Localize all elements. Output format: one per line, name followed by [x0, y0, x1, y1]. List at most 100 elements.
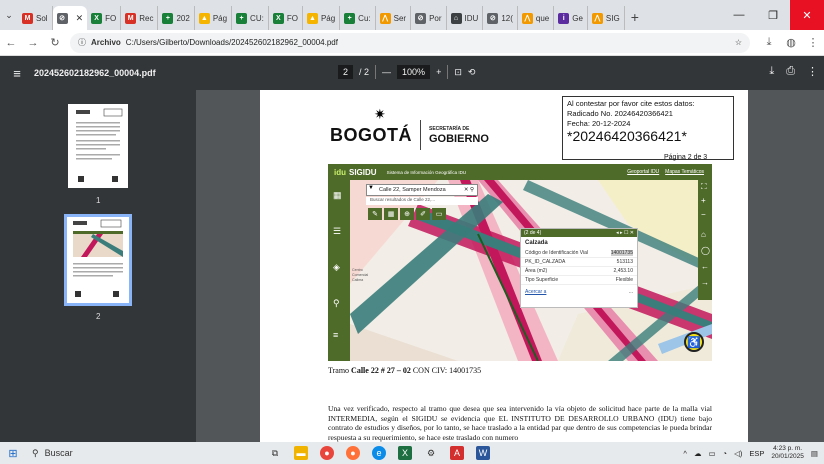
back-icon[interactable]: ←	[0, 37, 22, 49]
map-zoom-in-icon: +	[701, 196, 706, 205]
popup-header: (2 de 4) ◂ ▸ ☐ ✕	[521, 229, 637, 237]
browser-tab[interactable]: ⋀ SIG	[588, 6, 625, 30]
address-bar: ← → ↻ ⓘ Archivo C:/Users/Gilberto/Downlo…	[0, 30, 824, 56]
browser-tab[interactable]: M Sol	[18, 6, 53, 30]
new-tab-button[interactable]: +	[625, 9, 645, 25]
tab-label: Pág	[212, 13, 228, 23]
pdf-actions: ⤓ ⎙ ⋮	[769, 65, 818, 78]
logo-bogota-text: BOGOTÁ	[330, 124, 412, 145]
browser-menu-icon[interactable]: ⋮	[802, 36, 824, 49]
close-window-icon[interactable]: ✕	[790, 0, 824, 30]
map-right-toolbar: ⛶ + − ⌂ ◯ ← →	[698, 180, 712, 300]
radicado-line-2: Radicado No. 20246420366421	[567, 109, 673, 118]
download-icon[interactable]: ⤓	[758, 36, 780, 49]
map-search-icon: ⚲	[333, 298, 340, 308]
map-subtitle: Sistema de Información Geográfica IDU	[386, 169, 467, 175]
map-search-box: Calle 22, Samper Mendoza ✕ ⚲	[366, 184, 478, 196]
forward-icon[interactable]: →	[22, 37, 44, 49]
browser-tab[interactable]: ▲ Pág	[303, 6, 341, 30]
page-thumbnail-1[interactable]	[68, 104, 128, 188]
zoom-in-icon[interactable]: +	[436, 67, 441, 77]
minimize-icon[interactable]: —	[722, 0, 756, 30]
wifi-icon[interactable]: ◔	[723, 449, 728, 458]
pdf-title: 202452602182962_00004.pdf	[34, 68, 156, 78]
map-links: Geoportal IDU Mapas Temáticos	[627, 169, 704, 175]
divider	[447, 65, 449, 79]
pdf-more-icon[interactable]: ⋮	[807, 65, 818, 78]
notifications-icon[interactable]: ▤	[811, 449, 818, 458]
restore-icon[interactable]: ❐	[756, 0, 790, 30]
sheets-icon: X	[91, 12, 103, 24]
network-icon[interactable]: ▭	[708, 449, 715, 458]
rotate-icon[interactable]: ⟲	[468, 67, 476, 78]
windows-start-icon[interactable]: ⊞	[0, 447, 26, 460]
excel-taskbar-icon[interactable]: X	[398, 446, 412, 460]
firefox-icon[interactable]: ●	[346, 446, 360, 460]
print-icon[interactable]: ⎙	[786, 65, 795, 78]
browser-tab[interactable]: X FO	[87, 6, 122, 30]
caption-prefix: Tramo	[328, 366, 352, 375]
browser-tab[interactable]: ⊘ Por	[411, 6, 447, 30]
browser-tab[interactable]: ⊘ 12(	[483, 6, 518, 30]
omnibox[interactable]: ⓘ Archivo C:/Users/Gilberto/Downloads/20…	[70, 32, 750, 53]
acrobat-icon[interactable]: A	[450, 446, 464, 460]
tray-chevron-icon[interactable]: ^	[683, 449, 687, 458]
zoom-out-icon[interactable]: —	[382, 67, 391, 77]
tab-label: SIG	[605, 13, 620, 23]
browser-tab[interactable]: ⌂ IDU	[447, 6, 484, 30]
cloud-icon[interactable]: ☁	[694, 449, 702, 458]
popup-row-value: Flexible	[615, 277, 633, 283]
system-tray: ^ ☁ ▭ ◔ ◁) ESP 4:23 p. m. 20/01/2025 ▤	[683, 442, 818, 464]
taskbar-search[interactable]: ⚲ Buscar	[26, 444, 216, 462]
tab-label: 202	[176, 13, 190, 23]
sheets-icon: +	[162, 12, 174, 24]
zoom-input[interactable]: 100%	[397, 65, 431, 79]
browser-tab[interactable]: X FO	[269, 6, 303, 30]
browser-tab[interactable]: + Cu:	[340, 6, 376, 30]
pdf-download-icon[interactable]: ⤓	[769, 65, 774, 78]
logo-gobierno-line: GOBIERNO	[429, 132, 489, 145]
browser-tab[interactable]: ⋀ que	[518, 6, 555, 30]
page-number-input[interactable]: 2	[338, 65, 354, 79]
sidebar-toggle-icon[interactable]: ≡	[0, 66, 34, 81]
map-tool-icon: ✎	[368, 208, 382, 220]
browser-tab[interactable]: ⋀ Ser	[376, 6, 412, 30]
page-thumbnail-2[interactable]	[64, 214, 132, 306]
chrome-taskbar-icon[interactable]: ●	[320, 446, 334, 460]
thumbnail-2-label: 2	[96, 312, 101, 321]
word-icon[interactable]: W	[476, 446, 490, 460]
browser-tab[interactable]: i Ge	[554, 6, 588, 30]
map-list-icon: ☰	[333, 226, 342, 236]
popup-row: Área (m2) 2,453.10	[521, 267, 637, 276]
clock-time: 4:23 p. m.	[773, 445, 803, 452]
language-indicator[interactable]: ESP	[749, 449, 764, 458]
tab-list: M Sol ⊘ ✕ X FO M Rec +202 ▲ Pág + CU: X FO ▲ Pág + Cu: ⋀ Ser…	[18, 0, 625, 30]
close-tab-icon[interactable]: ✕	[76, 13, 84, 24]
volume-icon[interactable]: ◁)	[734, 449, 742, 458]
edge-icon[interactable]: e	[372, 446, 386, 460]
file-chip: Archivo	[91, 38, 121, 47]
chrome-pdf-icon: ⊘	[56, 12, 68, 24]
tab-search-icon[interactable]: ⌄	[0, 0, 18, 30]
map-info-popup: (2 de 4) ◂ ▸ ☐ ✕ Calzada Código de Ident…	[520, 228, 638, 308]
browser-tab[interactable]: ▲ Pág	[195, 6, 233, 30]
browser-tab[interactable]: ⊘ ✕	[52, 6, 88, 30]
bookmark-star-icon[interactable]: ☆	[735, 38, 742, 47]
clock-date: 20/01/2025	[771, 453, 804, 460]
popup-row-key: PK_ID_CALZADA	[525, 259, 566, 265]
info-icon[interactable]: ⓘ	[78, 37, 86, 48]
chrome-icon: ⊘	[415, 12, 427, 24]
pdf-toolbar: ≡ 202452602182962_00004.pdf 2 / 2 — 100%…	[0, 56, 824, 90]
map-tool-icon: ▦	[384, 208, 398, 220]
map-tool-icon: ✐	[416, 208, 430, 220]
clock[interactable]: 4:23 p. m. 20/01/2025	[771, 445, 804, 461]
settings-gear-icon[interactable]: ⚙	[424, 446, 438, 460]
file-explorer-icon[interactable]: ▬	[294, 446, 308, 460]
browser-tab[interactable]: M Rec	[121, 6, 159, 30]
extension-icon[interactable]: ◍	[780, 36, 802, 49]
task-view-icon[interactable]: ⧉	[268, 446, 282, 460]
fit-page-icon[interactable]: ⊡	[454, 67, 462, 78]
browser-tab[interactable]: + CU:	[232, 6, 269, 30]
reload-icon[interactable]: ↻	[44, 36, 66, 49]
browser-tab[interactable]: +202	[158, 6, 195, 30]
